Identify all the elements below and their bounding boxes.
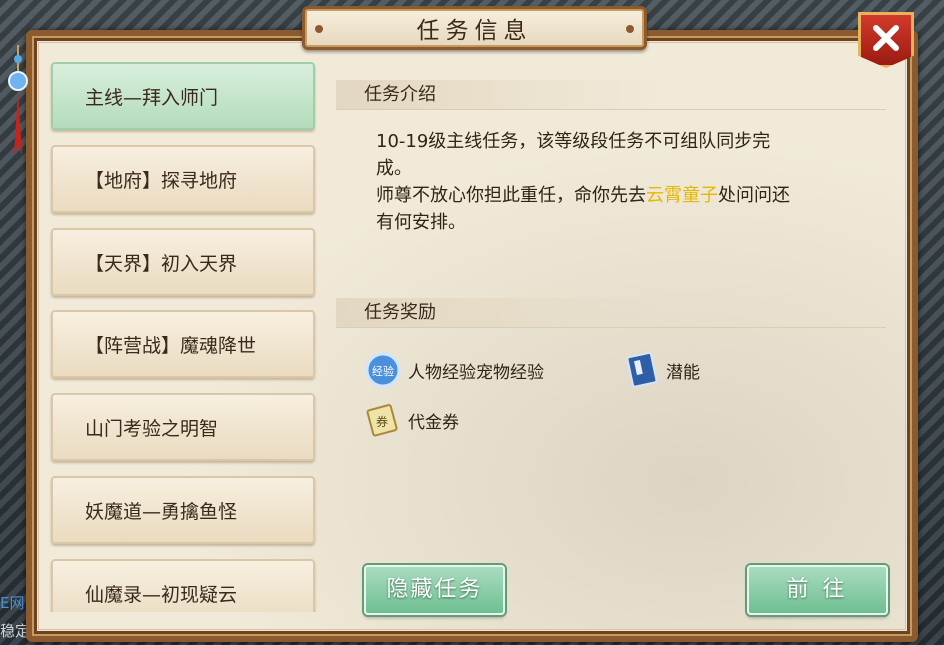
task-label: 山门考验之明智 — [85, 417, 219, 440]
dialog-title: 任务信息 — [416, 18, 533, 44]
task-label: 妖魔道—勇擒鱼怪 — [85, 500, 238, 523]
rewards-section-header: 任务奖励 — [336, 298, 886, 328]
task-list-item[interactable]: 【阵营战】魔魂降世 — [51, 310, 315, 378]
hide-task-button[interactable]: 隐藏任务 — [364, 565, 505, 615]
description-line: 成。 — [376, 158, 412, 179]
task-list-item[interactable]: 妖魔道—勇擒鱼怪 — [51, 476, 315, 544]
hanging-ornament-icon — [8, 45, 28, 155]
task-list[interactable]: 主线—拜入师门 【地府】探寻地府 【天界】初入天界 【阵营战】魔魂降世 山门考验… — [44, 56, 326, 612]
reward-item-voucher[interactable]: 券 代金券 — [364, 401, 459, 439]
plaque-stud — [626, 25, 634, 33]
background-edge-text: E网 — [0, 594, 25, 612]
description-line: 师尊不放心你担此重任，命你先去云霄童子处问问还 — [376, 185, 790, 206]
task-label: 【天界】初入天界 — [85, 252, 238, 275]
reward-item-experience[interactable]: 经验 人物经验宠物经验 — [364, 351, 544, 389]
reward-label: 潜能 — [666, 362, 700, 383]
task-list-item[interactable]: 【地府】探寻地府 — [51, 145, 315, 213]
npc-name-link[interactable]: 云霄童子 — [646, 185, 718, 206]
reward-label: 代金券 — [408, 412, 459, 433]
task-label: 【阵营战】魔魂降世 — [85, 334, 257, 357]
dialog-title-plaque: 任务信息 — [302, 6, 647, 50]
close-icon — [873, 25, 899, 51]
task-description: 10-19级主线任务，该等级段任务不可组队同步完 成。 师尊不放心你担此重任，命… — [376, 128, 876, 236]
task-label: 主线—拜入师门 — [85, 86, 219, 109]
task-list-item[interactable]: 山门考验之明智 — [51, 393, 315, 461]
task-list-item[interactable]: 【天界】初入天界 — [51, 228, 315, 296]
task-list-item[interactable]: 主线—拜入师门 — [51, 62, 315, 130]
go-button[interactable]: 前往 — [747, 565, 888, 615]
reward-item-potential[interactable]: 潜能 — [622, 351, 700, 389]
voucher-icon: 券 — [366, 404, 398, 437]
svg-text:券: 券 — [376, 414, 388, 429]
task-label: 【地府】探寻地府 — [85, 169, 238, 192]
svg-text:经验: 经验 — [372, 364, 394, 378]
task-label: 仙魔录—初现疑云 — [85, 583, 238, 606]
book-icon — [626, 351, 658, 388]
description-line: 有何安排。 — [376, 212, 466, 233]
exp-orb-icon: 经验 — [365, 352, 401, 388]
reward-label: 人物经验宠物经验 — [408, 362, 544, 383]
description-line: 10-19级主线任务，该等级段任务不可组队同步完 — [376, 131, 771, 152]
plaque-stud — [315, 25, 323, 33]
task-list-item[interactable]: 仙魔录—初现疑云 — [51, 559, 315, 612]
intro-section-header: 任务介绍 — [336, 80, 886, 110]
